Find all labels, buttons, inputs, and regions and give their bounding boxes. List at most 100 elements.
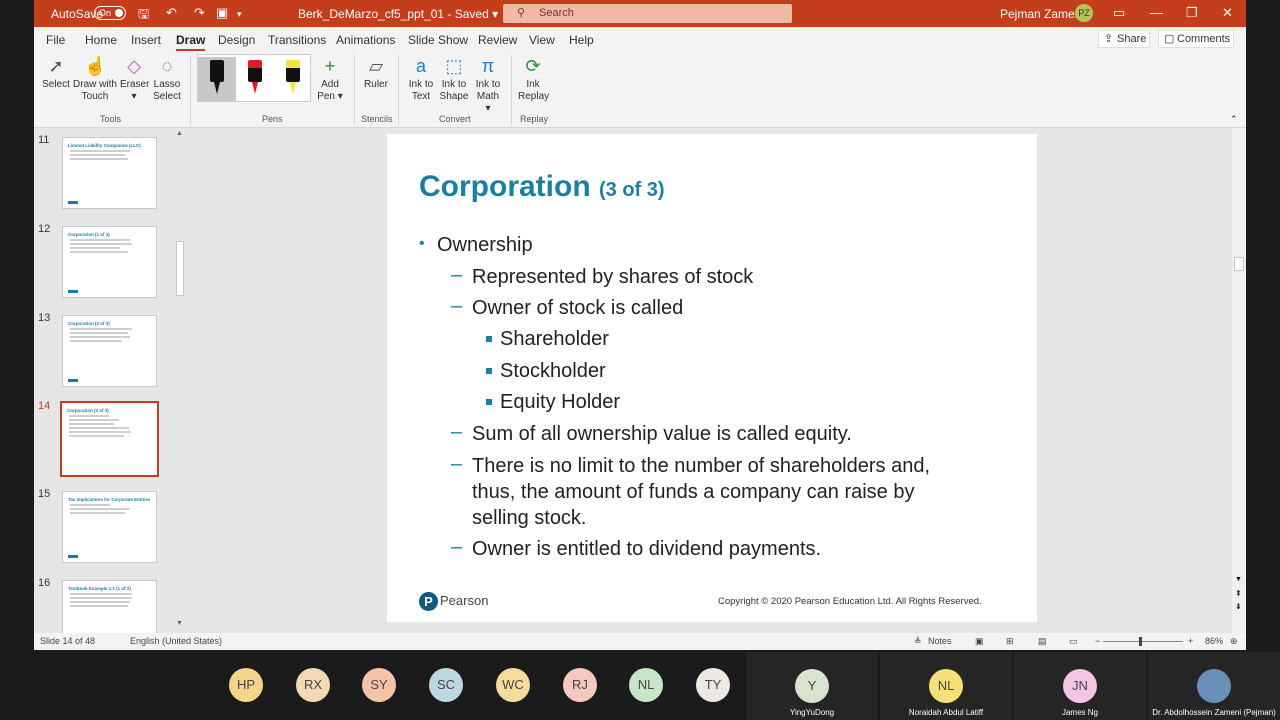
scroll-down-icon[interactable]: ▼ — [176, 620, 183, 627]
participant-tile[interactable]: JN James Ng — [1014, 652, 1146, 720]
participant-avatar[interactable]: SY — [362, 668, 396, 702]
thumb-line — [70, 158, 128, 160]
thumb-line — [70, 508, 130, 510]
previous-slide-icon[interactable]: ⇞ — [1235, 589, 1242, 598]
fit-slide-icon[interactable]: ⊕ — [1230, 636, 1238, 647]
zoom-out-icon[interactable]: − — [1095, 636, 1100, 646]
thumb-line — [70, 332, 128, 334]
scroll-thumb[interactable] — [1234, 257, 1244, 271]
participant-avatar[interactable]: RJ — [563, 668, 597, 702]
slide-thumbnail[interactable]: Corporation (1 of 3) — [62, 226, 157, 298]
notes-icon[interactable]: ≜ — [914, 636, 922, 647]
highlighter-pen[interactable] — [274, 57, 312, 101]
reading-view-icon[interactable]: ▤ — [1038, 636, 1047, 647]
slide-sorter-icon[interactable]: ⊞ — [1006, 636, 1014, 647]
tab-home[interactable]: Home — [85, 33, 117, 47]
red-pen[interactable] — [236, 57, 274, 101]
sub-sub-bullet: Stockholder — [500, 360, 606, 382]
sub-sub-bullet: Equity Holder — [500, 391, 621, 413]
slide-canvas[interactable]: Corporation (3 of 3) • Ownership – Repre… — [387, 134, 1037, 622]
thumb-number: 16 — [38, 577, 51, 589]
ruler-button[interactable]: ▱ Ruler — [362, 55, 390, 91]
minimize-icon[interactable]: — — [1150, 5, 1163, 20]
save-icon[interactable]: 🖫 — [138, 5, 149, 27]
tab-draw[interactable]: Draw — [176, 33, 206, 51]
participant-initials: RJ — [572, 677, 588, 692]
tab-slide-show[interactable]: Slide Show — [408, 33, 468, 47]
tab-view[interactable]: View — [529, 33, 555, 47]
tab-insert[interactable]: Insert — [131, 33, 161, 47]
participant-avatar[interactable]: SC — [429, 668, 463, 702]
slide-thumbnail[interactable]: Tax Implications for Corporate Entities — [62, 491, 157, 563]
bullet-square — [486, 399, 492, 405]
participant-avatar[interactable]: WC — [496, 668, 530, 702]
scroll-thumb[interactable] — [176, 241, 184, 296]
lasso-label-1: Lasso — [153, 79, 181, 90]
participant-initials: NL — [637, 677, 655, 692]
tab-animations[interactable]: Animations — [336, 33, 395, 47]
slide-thumbnail[interactable]: Limited Liability Companies (LLC) — [62, 137, 157, 209]
search-box[interactable]: ⚲ Search — [503, 4, 792, 23]
language-indicator[interactable]: English (United States) — [130, 636, 222, 646]
present-icon[interactable]: ▣ — [216, 5, 228, 21]
user-name[interactable]: Pejman Zameni — [1000, 7, 1084, 21]
tab-design[interactable]: Design — [218, 33, 255, 47]
thumb-number: 12 — [38, 223, 51, 235]
scroll-down-icon[interactable]: ▼ — [1235, 576, 1242, 583]
eraser-button[interactable]: ◇ Eraser ▾ — [120, 55, 149, 103]
add-pen-button[interactable]: + Add Pen ▾ — [317, 55, 343, 103]
participant-avatar[interactable]: TY — [696, 668, 730, 702]
comments-button[interactable]: ▢ Comments — [1158, 30, 1234, 48]
participant-avatar[interactable]: NL — [629, 668, 663, 702]
zoom-slider[interactable] — [1103, 637, 1183, 646]
slideshow-view-icon[interactable]: ▭ — [1069, 636, 1078, 647]
tab-file[interactable]: File — [46, 33, 65, 47]
participant-tile[interactable]: Y YingYuDong — [746, 652, 878, 720]
restore-icon[interactable]: ❐ — [1186, 5, 1198, 21]
slide-thumbnail-selected[interactable]: Corporation (3 of 3) — [60, 401, 159, 477]
select-button[interactable]: ➚ Select — [42, 55, 70, 91]
participant-avatar[interactable]: RX — [296, 668, 330, 702]
convert-group-label: Convert — [439, 114, 471, 124]
slide-thumbnail[interactable]: Corporation (2 of 3) — [62, 315, 157, 387]
document-title[interactable]: Berk_DeMarzo_cf5_ppt_01 - Saved ▾ — [298, 7, 498, 21]
participant-avatar[interactable]: HP — [229, 668, 263, 702]
tab-transitions[interactable]: Transitions — [268, 33, 326, 47]
qat-customize-icon[interactable]: ▾ — [237, 9, 242, 20]
sub-bullet-cont: selling stock. — [472, 507, 587, 529]
undo-icon[interactable]: ↶ — [166, 5, 177, 21]
ink-replay-button[interactable]: ⟳ Ink Replay — [518, 55, 549, 103]
ribbon-display-icon[interactable]: ▭ — [1113, 5, 1125, 21]
tools-group-label: Tools — [100, 114, 122, 124]
autosave-toggle[interactable]: On — [94, 6, 126, 20]
zoom-level[interactable]: 86% — [1205, 636, 1223, 646]
lasso-select-button[interactable]: ◌ Lasso Select — [152, 55, 182, 103]
participant-initials: SC — [436, 677, 456, 692]
divider — [511, 55, 512, 125]
scroll-up-icon[interactable]: ▲ — [176, 130, 183, 137]
black-pen[interactable] — [198, 57, 236, 101]
ink-text-label-1: Ink to — [408, 79, 434, 90]
normal-view-icon[interactable]: ▣ — [975, 636, 984, 647]
share-button[interactable]: ⇪ Share — [1098, 30, 1150, 48]
ruler-label: Ruler — [364, 79, 388, 90]
zoom-in-icon[interactable]: + — [1188, 636, 1193, 646]
ink-to-shape-button[interactable]: ⬚ Ink to Shape — [439, 55, 469, 103]
tab-help[interactable]: Help — [569, 33, 594, 47]
participant-tile[interactable]: Dr. Abdolhossein Zameni (Pejman) — [1148, 652, 1280, 720]
collapse-ribbon-icon[interactable]: ⌃ — [1230, 114, 1238, 125]
ink-to-math-button[interactable]: π Ink to Math ▾ — [473, 55, 503, 115]
slide-scrollbar[interactable]: ▼ ⇞ ⇟ — [1232, 128, 1246, 633]
thumbnails-scrollbar[interactable]: ▲ ▼ — [174, 128, 186, 633]
draw-with-touch-button[interactable]: ☝ Draw with Touch — [72, 55, 118, 103]
ink-math-label-1: Ink to — [475, 79, 501, 90]
close-icon[interactable]: ✕ — [1222, 5, 1233, 21]
notes-button[interactable]: Notes — [928, 636, 952, 646]
ink-to-text-button[interactable]: a Ink to Text — [407, 55, 435, 103]
user-avatar[interactable]: PZ — [1075, 4, 1093, 22]
tab-review[interactable]: Review — [478, 33, 517, 47]
next-slide-icon[interactable]: ⇟ — [1235, 602, 1242, 611]
redo-icon[interactable]: ↷ — [194, 5, 205, 21]
thumb-line — [70, 154, 125, 156]
participant-tile[interactable]: NL Noraidah Abdul Latiff — [880, 652, 1012, 720]
